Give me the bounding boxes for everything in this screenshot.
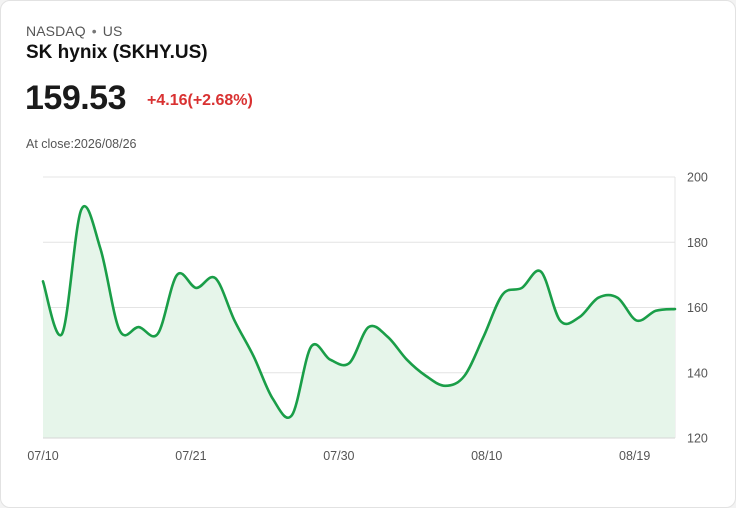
y-tick-label: 140 xyxy=(687,366,708,380)
x-tick-label: 07/10 xyxy=(27,449,58,463)
price-area xyxy=(43,206,675,438)
x-tick-label: 08/19 xyxy=(619,449,650,463)
x-tick-label: 08/10 xyxy=(471,449,502,463)
price-chart: 200 180 160 140 120 07/10 07/21 07/30 08/10 08/19 xyxy=(27,171,708,464)
y-tick-label: 200 xyxy=(687,171,708,185)
y-tick-label: 120 xyxy=(687,432,708,446)
y-tick-label: 180 xyxy=(687,236,708,250)
y-tick-label: 160 xyxy=(687,301,708,315)
x-tick-label: 07/30 xyxy=(323,449,354,463)
x-tick-label: 07/21 xyxy=(175,449,206,463)
